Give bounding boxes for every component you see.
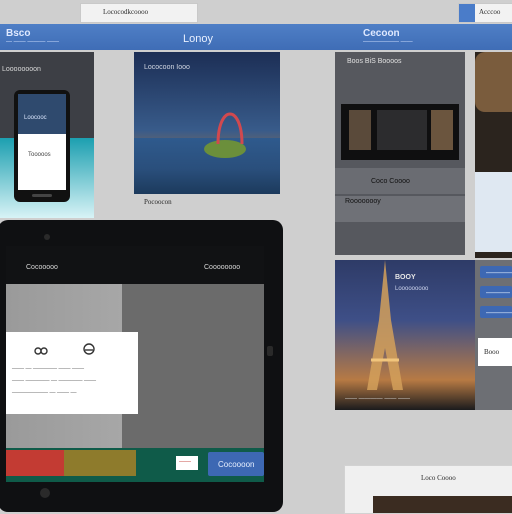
hero-caption: Pocoocon <box>144 198 172 206</box>
bottom-card-image <box>373 496 512 513</box>
hero-card[interactable]: Lococoon Iooo <box>134 52 280 194</box>
tablet-primary-button[interactable]: Cocoooon <box>208 452 264 476</box>
bike-icon <box>34 347 48 355</box>
top-tab-right[interactable]: Acccoo <box>458 3 512 23</box>
right-caption-2: Roooooooy <box>345 198 381 205</box>
side-button-1-label: ———— <box>486 268 512 277</box>
top-tab-left[interactable]: Lococodkcoooo <box>80 3 198 23</box>
header-right-sub: —————— —— <box>363 39 413 45</box>
phone-subline: Tooooos <box>28 152 51 158</box>
phone-screen-top <box>18 94 66 134</box>
side-buttons-panel <box>475 260 512 410</box>
bottom-card[interactable]: Loco Coooo <box>344 465 512 514</box>
tablet-card-line-3: —————— — —— — <box>12 390 77 396</box>
tablet-secondary-button-label: —— <box>179 459 191 465</box>
video-thumb-left <box>349 110 371 150</box>
video-player[interactable] <box>341 104 459 160</box>
video-center <box>377 110 427 150</box>
tablet-secondary-button[interactable]: —— <box>176 456 198 470</box>
top-header-bar: Bsco — —— ——— —— Lonoy Cecoon —————— —— <box>0 24 512 50</box>
far-right-photo <box>475 52 512 112</box>
eiffel-card[interactable]: BOOY Looooooooo —— ———— —— —— <box>335 260 475 410</box>
far-right-strip <box>475 52 512 258</box>
header-left-sub: — —— ——— —— <box>6 39 60 45</box>
phone-headline: Loocooc <box>24 115 47 121</box>
tablet-card-line-1: —— — ———— —— —— <box>12 366 84 372</box>
header-center-label[interactable]: Lonoy <box>183 33 213 45</box>
top-tab-right-accent <box>459 4 475 22</box>
phone-screen: Loocooc Tooooos <box>18 94 66 190</box>
tablet-brand[interactable]: Cocooooo <box>26 264 58 271</box>
tablet-primary-button-label: Cocoooon <box>218 460 255 469</box>
tablet-mockup[interactable]: Cocooooo Coooooooo —— — ———— —— —— —— ——… <box>0 220 283 512</box>
phone-home-bar <box>32 194 52 197</box>
header-left-label[interactable]: Bsco <box>6 28 30 39</box>
tablet-card-line-2: —— ———— — ———— —— <box>12 378 96 384</box>
right-stack-title: Boos BiS Boooos <box>347 58 402 65</box>
side-button-4-label: Booo <box>484 348 500 356</box>
bottom-card-title: Loco Coooo <box>421 474 456 482</box>
side-button-2-label: ——— <box>486 288 510 297</box>
side-button-1[interactable]: ———— <box>480 266 512 278</box>
side-button-3-label: ———— <box>486 308 512 317</box>
hero-arch-icon <box>216 112 244 145</box>
tablet-home-button[interactable] <box>40 488 50 498</box>
right-stack-panel: Boos BiS Boooos Coco Coooo Roooooooy <box>335 52 465 255</box>
side-button-4[interactable]: Booo <box>478 338 512 366</box>
side-button-3[interactable]: ———— <box>480 306 512 318</box>
far-right-light-band <box>475 172 512 252</box>
phone-mockup[interactable]: Loocooc Tooooos <box>14 90 70 202</box>
top-tab-right-text: Acccoo <box>479 8 501 16</box>
target-icon <box>83 343 95 355</box>
side-button-2[interactable]: ——— <box>480 286 512 298</box>
tablet-side-button[interactable] <box>267 346 273 356</box>
tablet-nav-label[interactable]: Coooooooo <box>204 264 240 271</box>
tablet-red-promo[interactable] <box>6 450 64 476</box>
hero-image <box>134 52 280 194</box>
left-panel-title: Loooooooon <box>2 66 41 73</box>
eiffel-caption: —— ———— —— —— <box>345 396 411 402</box>
right-caption-1: Coco Coooo <box>371 178 410 185</box>
video-thumb-right <box>431 110 453 150</box>
left-panel: Loooooooon Loocooc Tooooos <box>0 52 94 218</box>
top-tab-left-text: Lococodkcoooo <box>103 8 149 16</box>
tablet-green-promo <box>64 450 136 476</box>
tablet-screen: Cocooooo Coooooooo —— — ———— —— —— —— ——… <box>6 246 264 482</box>
hero-title: Lococoon Iooo <box>144 64 190 71</box>
header-right-label[interactable]: Cecoon <box>363 28 400 39</box>
eiffel-title: BOOY <box>395 274 416 281</box>
tablet-camera <box>44 234 50 240</box>
tablet-content-card: —— — ———— —— —— —— ———— — ———— —— ——————… <box>6 332 138 414</box>
eiffel-subtitle: Looooooooo <box>395 286 429 292</box>
